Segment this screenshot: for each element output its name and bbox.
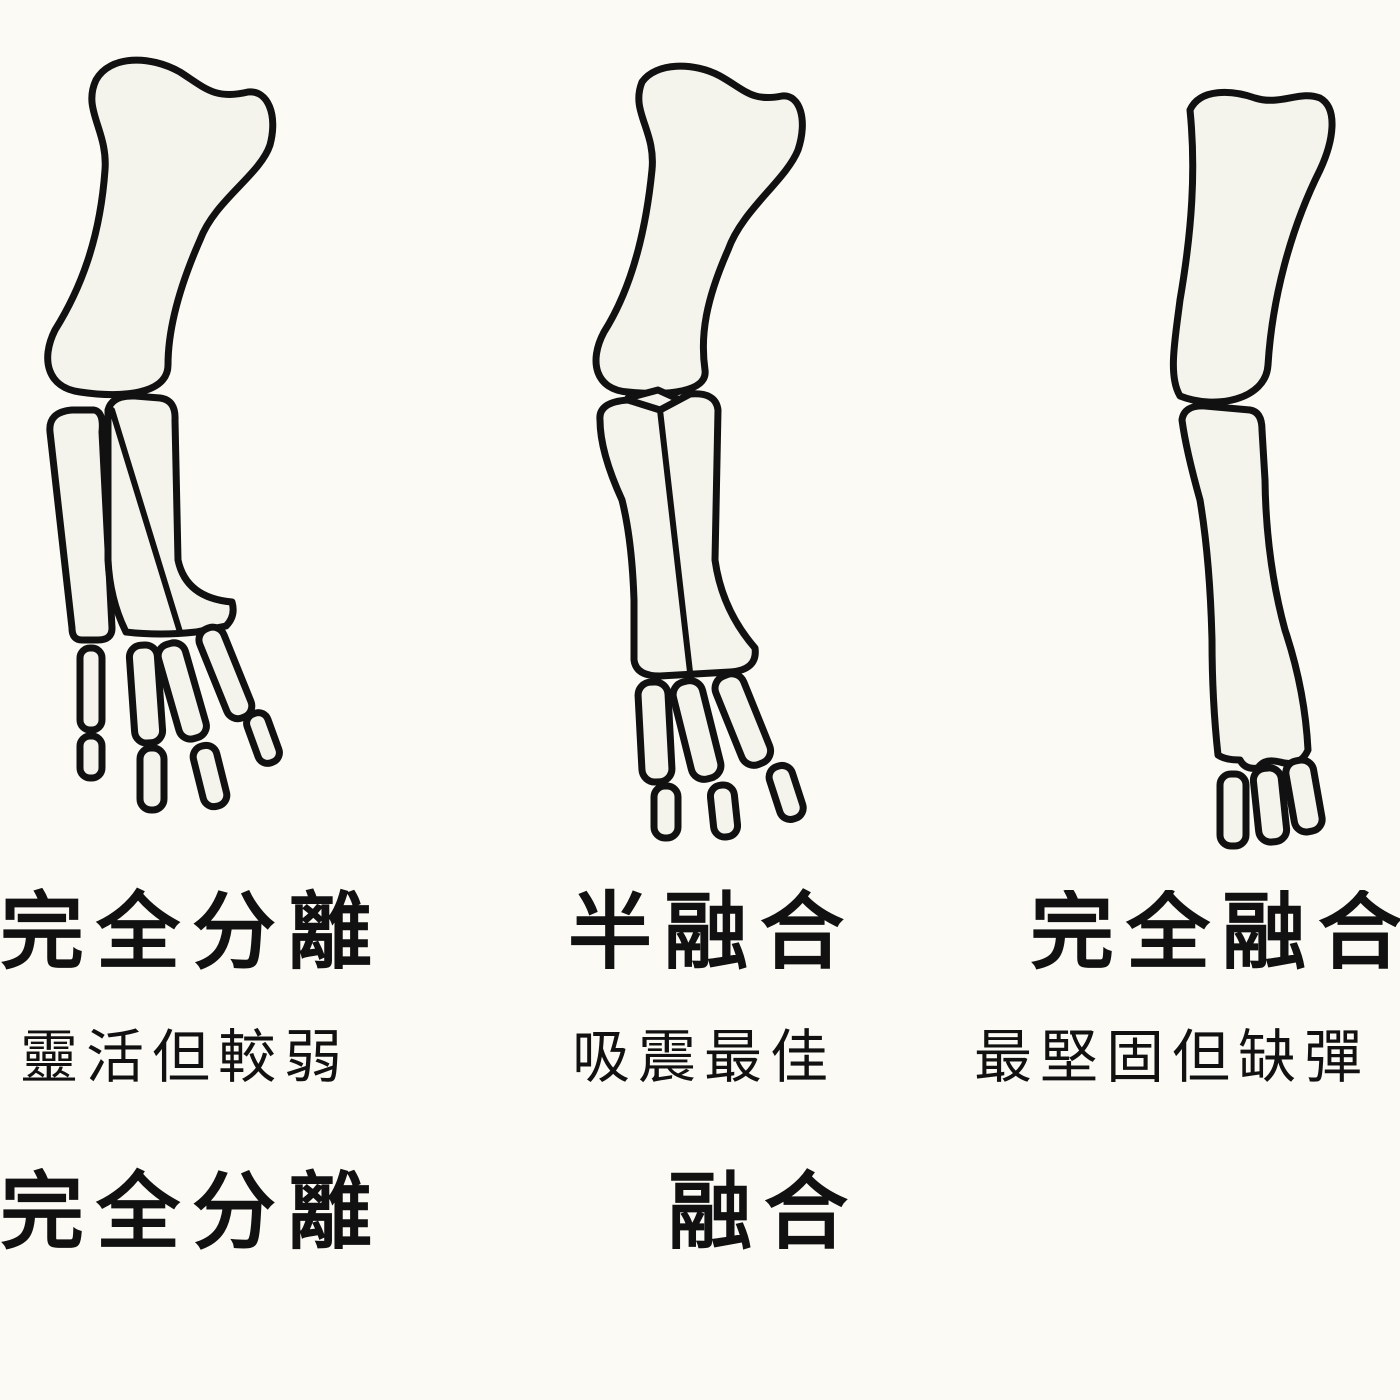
separated-forearm-bones-icon [44,56,283,814]
bottom-left-label: 完全分離 [0,1163,385,1261]
finger-bones [1216,756,1326,850]
upper-bone [44,56,277,399]
fused-forearm [1178,402,1312,772]
finger-bones [634,670,807,842]
panel-3-subtitle: 最堅固但缺彈 [974,1028,1371,1086]
panel-1-title: 完全分離 [0,883,385,981]
panel-3-title: 完全融合 [1030,890,1400,974]
panel-1-subtitle: 靈活但較弱 [20,1023,351,1091]
finger-bones [76,623,283,814]
upper-bone [592,62,806,397]
bottom-center-label: 融合 [668,1163,861,1261]
upper-bone [1169,88,1336,406]
fully-fused-forearm-bones-icon [1169,88,1336,850]
fused-forearm [596,390,759,680]
semi-fused-forearm-bones-icon [592,62,807,842]
panel-2-subtitle: 吸震最佳 [572,1023,837,1091]
panel-2-title: 半融合 [568,883,857,981]
ulna-bone [46,406,116,644]
